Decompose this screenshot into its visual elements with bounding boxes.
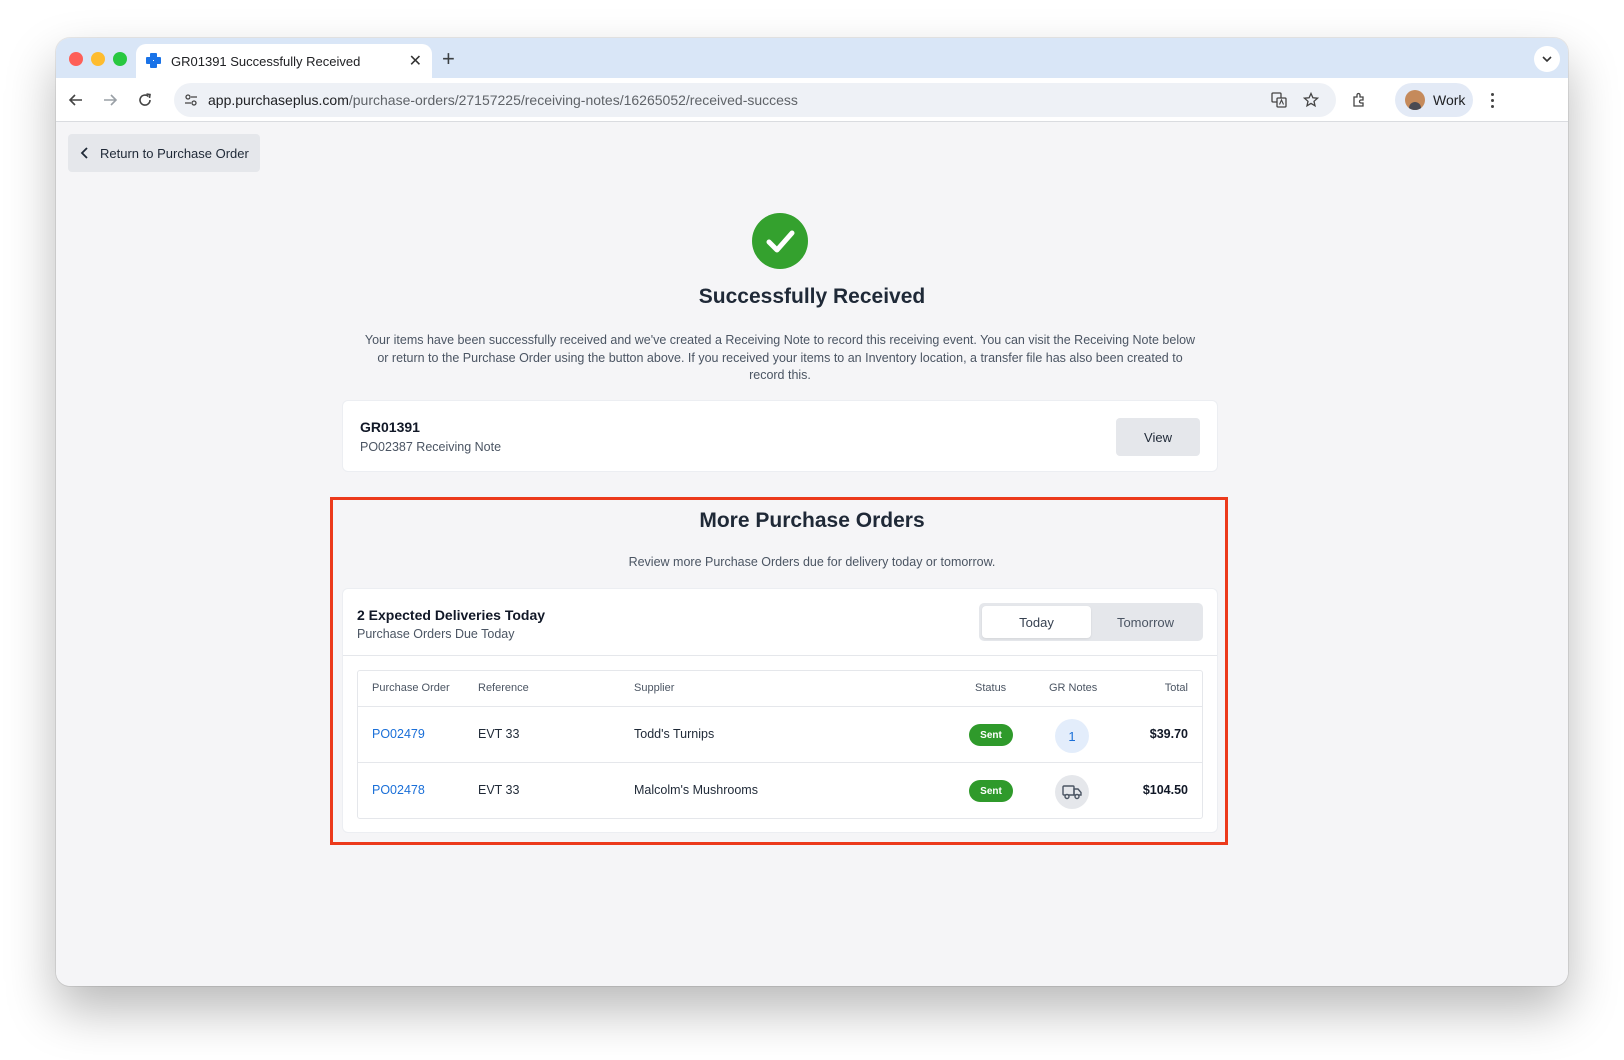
deliveries-subtitle: Purchase Orders Due Today [357,627,515,641]
supplier-cell: Todd's Turnips [634,727,715,741]
total-cell: $104.50 [1142,783,1188,797]
tab-close-icon[interactable]: ✕ [409,51,422,71]
purchase-order-link[interactable]: PO02478 [372,783,425,797]
reference-cell: EVT 33 [478,783,520,797]
toggle-today[interactable]: Today [982,606,1091,638]
chevron-left-icon [80,147,88,159]
column-header-gr-notes: GR Notes [1049,682,1098,694]
status-badge: Sent [969,724,1013,746]
success-description: Your items have been successfully receiv… [364,333,1196,382]
new-tab-icon[interactable]: + [442,46,455,72]
reload-icon[interactable] [133,88,157,112]
return-to-purchase-order-button[interactable]: Return to Purchase Order [68,134,260,172]
menu-kebab-icon[interactable] [1482,90,1502,110]
url-text: app.purchaseplus.com/purchase-orders/271… [208,92,798,108]
day-toggle: Today Tomorrow [979,603,1203,641]
more-orders-subtitle: Review more Purchase Orders due for deli… [628,555,996,569]
success-title: Successfully Received [698,285,926,308]
view-button[interactable]: View [1116,418,1200,456]
tab-search-button[interactable] [1534,46,1560,72]
more-orders-title: More Purchase Orders [699,509,925,532]
page-content: Return to Purchase Order Successfully Re… [56,122,1568,986]
profile-name: Work [1433,92,1466,108]
purchase-orders-table: Purchase Order Reference Supplier Status… [357,670,1203,819]
column-header-status: Status [975,682,1007,694]
chevron-down-icon [1542,56,1552,63]
toggle-tomorrow[interactable]: Tomorrow [1091,606,1200,638]
expected-deliveries-card: 2 Expected Deliveries Today Purchase Ord… [342,588,1218,833]
return-label: Return to Purchase Order [100,145,249,161]
bookmark-star-icon[interactable] [1302,91,1320,109]
divider [343,655,1217,656]
site-info-icon[interactable] [182,91,200,109]
address-bar[interactable]: app.purchaseplus.com/purchase-orders/271… [174,83,1336,117]
extensions-icon[interactable] [1347,88,1371,112]
table-row[interactable]: PO02478 EVT 33 Malcolm's Mushrooms Sent … [358,762,1202,818]
reference-cell: EVT 33 [478,727,520,741]
supplier-cell: Malcolm's Mushrooms [634,783,758,797]
column-header-total: Total [1164,682,1188,694]
profile-button[interactable]: Work [1395,83,1473,117]
total-cell: $39.70 [1149,727,1188,741]
receiving-note-subtitle: PO02387 Receiving Note [360,440,502,454]
column-header-supplier: Supplier [634,682,675,694]
browser-tab[interactable]: GR01391 Successfully Received ✕ [136,44,432,78]
receiving-note-number: GR01391 [360,419,420,435]
browser-toolbar: app.purchaseplus.com/purchase-orders/271… [56,78,1568,122]
purchaseplus-favicon-icon [146,53,162,69]
success-check-icon [752,213,808,269]
translate-icon[interactable] [1270,91,1288,109]
gr-notes-count[interactable]: 1 [1055,719,1089,753]
truck-icon[interactable] [1055,775,1089,809]
status-badge: Sent [969,780,1013,802]
close-window-button[interactable] [69,52,83,66]
back-icon[interactable] [64,88,88,112]
minimize-window-button[interactable] [91,52,105,66]
avatar [1405,90,1425,110]
column-header-purchase-order: Purchase Order [372,682,450,694]
column-header-reference: Reference [478,682,529,694]
maximize-window-button[interactable] [113,52,127,66]
tab-strip: GR01391 Successfully Received ✕ + [56,38,1568,78]
tab-title: GR01391 Successfully Received [171,53,361,69]
forward-icon[interactable] [98,88,122,112]
purchase-order-link[interactable]: PO02479 [372,727,425,741]
browser-window: GR01391 Successfully Received ✕ + app.pu… [56,38,1568,986]
table-row[interactable]: PO02479 EVT 33 Todd's Turnips Sent 1 $39… [358,706,1202,762]
deliveries-title: 2 Expected Deliveries Today [357,607,546,623]
receiving-note-card: GR01391 PO02387 Receiving Note View [342,400,1218,472]
